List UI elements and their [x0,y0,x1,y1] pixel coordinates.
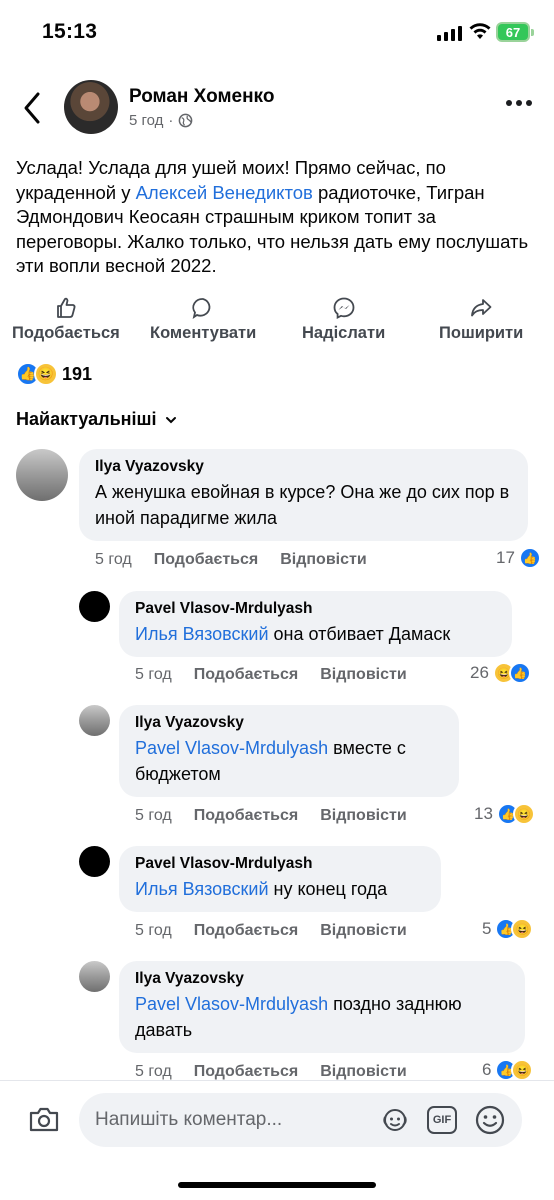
comment-footer: 5 год Подобається Відповісти [135,666,407,684]
comment-reactions[interactable]: 17 👍 [496,547,541,569]
comment-reaction-count: 6 [482,1060,492,1079]
comment-mention-link[interactable]: Pavel Vlasov-Mrdulyash [135,738,328,758]
thumbs-up-icon [56,297,76,318]
comment-like-button[interactable]: Подобається [194,1063,299,1081]
share-button[interactable]: Поширити [439,296,523,343]
cellular-signal-icon [437,25,463,41]
messenger-icon [333,297,355,319]
haha-reaction-icon: 😆 [34,362,58,386]
comment-bubble: Ilya Vyazovsky Pavel Vlasov-Mrdulyash по… [119,961,525,1053]
commenter-avatar[interactable] [79,591,110,622]
comment-text: Pavel Vlasov-Mrdulyash поздно заднюю дав… [135,994,462,1040]
comment-time[interactable]: 5 год [95,551,132,569]
comment-reply-button[interactable]: Відповісти [320,666,406,684]
send-label: Надіслати [302,324,386,342]
comment-mention-link[interactable]: Pavel Vlasov-Mrdulyash [135,994,328,1014]
comment-time[interactable]: 5 год [135,666,172,684]
comment-like-button[interactable]: Подобається [194,807,299,825]
emoji-icon[interactable] [474,1104,506,1136]
gif-icon[interactable]: GIF [427,1106,457,1134]
send-button[interactable]: Надіслати [302,296,385,343]
post-time[interactable]: 5 год [129,112,163,129]
comment-reactions[interactable]: 5 👍 😆 [482,918,534,940]
meta-dot: · [168,112,174,129]
like-reaction-icon: 👍 [518,547,541,569]
haha-reaction-icon: 😆 [511,918,534,940]
comment-like-button[interactable]: Подобається [154,551,259,569]
commenter-avatar[interactable] [79,705,110,736]
post-reactions[interactable]: 👍 😆 191 [16,362,92,386]
like-label: Подобається [12,324,120,342]
comment-reply-button[interactable]: Відповісти [320,922,406,940]
comment-time[interactable]: 5 год [135,1063,172,1081]
comment-text: Илья Вязовский она отбивает Дамаск [135,624,451,644]
commenter-name[interactable]: Ilya Vyazovsky [135,714,443,732]
comment-reply-button[interactable]: Відповісти [280,551,366,569]
haha-reaction-icon: 😆 [512,803,535,825]
commenter-avatar[interactable] [79,846,110,877]
comment-reactions[interactable]: 26 😆 👍 [470,662,531,684]
comment-reactions[interactable]: 6 👍 😆 [482,1059,534,1081]
haha-reaction-icon: 😆 [511,1059,534,1081]
comment-bubble: Pavel Vlasov-Mrdulyash Илья Вязовский он… [119,591,512,657]
comment-mention-link[interactable]: Илья Вязовский [135,624,269,644]
comment-text: Pavel Vlasov-Mrdulyash вместе с бюджетом [135,738,406,784]
comment-footer: 5 год Подобається Відповісти [95,551,367,569]
share-arrow-icon [471,299,492,317]
comment-footer: 5 год Подобається Відповісти [135,922,407,940]
commenter-name[interactable]: Pavel Vlasov-Mrdulyash [135,600,496,618]
more-options-icon[interactable] [506,100,532,106]
post-meta: 5 год · [129,112,193,129]
comment-mention-link[interactable]: Илья Вязовский [135,879,269,899]
comment-reply-button[interactable]: Відповісти [320,807,406,825]
comment-text: А женушка евойная в курсе? Она же до сих… [95,482,510,528]
comment-reactions[interactable]: 13 👍 😆 [474,803,535,825]
comment-time[interactable]: 5 год [135,922,172,940]
comment-like-button[interactable]: Подобається [194,666,299,684]
comment-bubble: Ilya Vyazovsky А женушка евойная в курсе… [79,449,528,541]
globe-icon [179,113,193,128]
commenter-name[interactable]: Ilya Vyazovsky [95,458,512,476]
post-mention-link[interactable]: Алексей Венедиктов [136,182,313,203]
comment-reaction-count: 17 [496,548,515,567]
like-reaction-icon: 👍 [508,662,531,684]
avatar-sticker-icon[interactable] [380,1105,410,1135]
like-button[interactable]: Подобається [12,296,120,343]
comment-bubble: Pavel Vlasov-Mrdulyash Илья Вязовский ну… [119,846,441,912]
comment-button[interactable]: Коментувати [150,296,256,343]
comment-reply-button[interactable]: Відповісти [320,1063,406,1081]
post-text: Услада! Услада для ушей моих! Прямо сейч… [16,157,529,276]
comment-reaction-count: 5 [482,919,492,938]
comment-bubble-icon [192,298,211,319]
reactions-count: 191 [62,363,93,384]
comment-text: Илья Вязовский ну конец года [135,879,388,899]
sort-label: Найактуальніші [16,409,157,429]
wifi-icon [469,23,491,39]
camera-icon[interactable] [28,1105,60,1133]
back-arrow-icon[interactable] [18,88,48,128]
comment-time[interactable]: 5 год [135,807,172,825]
post-author-name[interactable]: Роман Хоменко [129,86,274,108]
comment-footer: 5 год Подобається Відповісти [135,807,407,825]
comment-reaction-count: 13 [474,804,493,823]
commenter-name[interactable]: Ilya Vyazovsky [135,970,509,988]
comment-label: Коментувати [150,324,257,342]
commenter-name[interactable]: Pavel Vlasov-Mrdulyash [135,855,425,873]
commenter-avatar[interactable] [16,449,68,501]
status-time: 15:13 [42,20,98,43]
comment-like-button[interactable]: Подобається [194,922,299,940]
chevron-down-icon [165,416,176,423]
home-indicator [178,1182,376,1188]
comment-sort-dropdown[interactable]: Найактуальніші [16,409,177,430]
comment-bubble: Ilya Vyazovsky Pavel Vlasov-Mrdulyash вм… [119,705,459,797]
commenter-avatar[interactable] [79,961,110,992]
comment-input-placeholder: Напишіть коментар... [95,1109,283,1130]
comment-footer: 5 год Подобається Відповісти [135,1063,407,1081]
battery-icon: 67 [496,22,534,42]
share-label: Поширити [439,324,524,342]
author-avatar[interactable] [64,80,118,134]
comment-reaction-count: 26 [470,663,489,682]
